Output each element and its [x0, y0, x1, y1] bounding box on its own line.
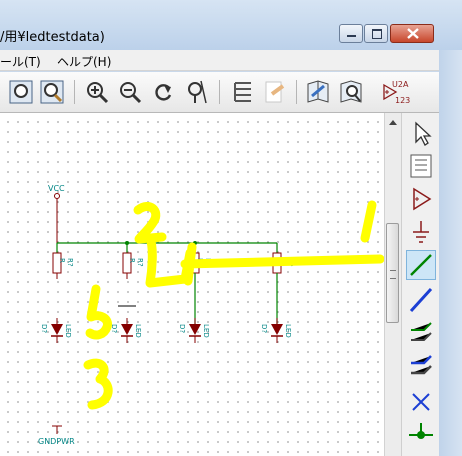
close-icon [407, 28, 419, 39]
gndpwr-label: GNDPWR [38, 437, 75, 446]
menu-help[interactable]: ヘルプ(H) [57, 53, 111, 70]
led-value: LED [202, 324, 210, 338]
resistor-r2[interactable]: R R? [122, 252, 144, 279]
gndpwr-power-symbol[interactable]: GNDPWR [38, 425, 75, 446]
junction [125, 241, 129, 245]
resistor-value: R [58, 258, 66, 263]
close-button[interactable] [390, 24, 434, 43]
led-ref: D? [178, 324, 186, 333]
resistor-r1[interactable]: R R? [52, 252, 74, 279]
annotation-4 [145, 233, 384, 288]
erc-icon[interactable] [305, 79, 331, 105]
menu-tools[interactable]: ール(T) [0, 53, 41, 70]
led-d1[interactable]: D? LED [40, 318, 72, 343]
resistor-value: R [128, 258, 136, 263]
led-value: LED [134, 324, 142, 338]
annotation-3 [83, 358, 113, 410]
scroll-up-icon[interactable] [385, 115, 401, 131]
annotate-icon[interactable] [262, 79, 288, 105]
schematic-drawing: VCC R R? R R? R R? R R? D? LED D? LED D?… [38, 184, 384, 446]
select-arrow-icon[interactable] [406, 118, 436, 148]
led-d2[interactable]: D? LED [110, 318, 142, 343]
led-d4[interactable]: D? LED [260, 318, 292, 343]
zoom-redraw-icon[interactable] [39, 79, 65, 105]
minimize-icon [347, 35, 356, 37]
scrollbar-thumb[interactable] [386, 223, 399, 323]
toolbar-separator [74, 80, 75, 104]
u2a-label: U2A [392, 80, 409, 89]
bus-to-bus-entry-icon[interactable] [406, 351, 436, 381]
led-ref: D? [260, 324, 268, 333]
minimize-button[interactable] [339, 24, 363, 43]
main-toolbar: U2A 123 [0, 72, 462, 113]
vcc-label: VCC [48, 184, 65, 193]
bus-icon[interactable] [406, 285, 436, 315]
annotation-5 [85, 284, 112, 340]
redraw-icon[interactable] [150, 79, 176, 105]
led-ref: D? [40, 324, 48, 333]
maximize-icon [372, 29, 382, 39]
add-component-icon[interactable] [406, 184, 436, 214]
resistor-ref: R? [66, 258, 74, 267]
schematic-canvas[interactable]: VCC R R? R R? R R? R R? D? LED D? LED D?… [0, 113, 388, 456]
annotate-u2a-icon[interactable]: U2A 123 [381, 79, 411, 105]
menubar: ール(T) ヘルプ(H) [0, 50, 462, 71]
window-titlebar: /用¥ledtestdata) [0, 0, 462, 50]
vcc-power-symbol[interactable]: VCC [48, 184, 65, 243]
toolbar-separator [219, 80, 220, 104]
toolbar-separator [296, 80, 297, 104]
vertical-scrollbar[interactable] [384, 113, 401, 456]
no-connect-icon[interactable] [406, 387, 436, 417]
window-title: /用¥ledtestdata) [0, 30, 105, 45]
led-value: LED [64, 324, 72, 338]
window-frame-edge [439, 50, 462, 456]
netlist-icon[interactable] [229, 79, 255, 105]
led-value: LED [284, 324, 292, 338]
zoom-page-icon[interactable] [8, 79, 34, 105]
add-power-icon[interactable] [406, 217, 436, 247]
right-tool-palette [401, 113, 440, 456]
junction-icon[interactable] [406, 420, 436, 450]
find-icon[interactable] [183, 79, 209, 105]
maximize-button[interactable] [364, 24, 388, 43]
thumb-grip-icon [390, 270, 396, 279]
zoom-out-icon[interactable] [117, 79, 143, 105]
wire-to-bus-entry-icon[interactable] [406, 318, 436, 348]
annotation-1 [360, 200, 377, 243]
u2a-number: 123 [395, 96, 410, 105]
bom-icon[interactable] [338, 79, 364, 105]
resistor-ref: R? [136, 258, 144, 267]
hierarchy-navigator-icon[interactable] [406, 151, 436, 181]
handwritten-annotations: 1 2 4 5 3 [83, 200, 384, 410]
led-d3[interactable]: D? LED [178, 318, 210, 343]
zoom-in-icon[interactable] [84, 79, 110, 105]
wire-icon[interactable] [406, 250, 436, 280]
